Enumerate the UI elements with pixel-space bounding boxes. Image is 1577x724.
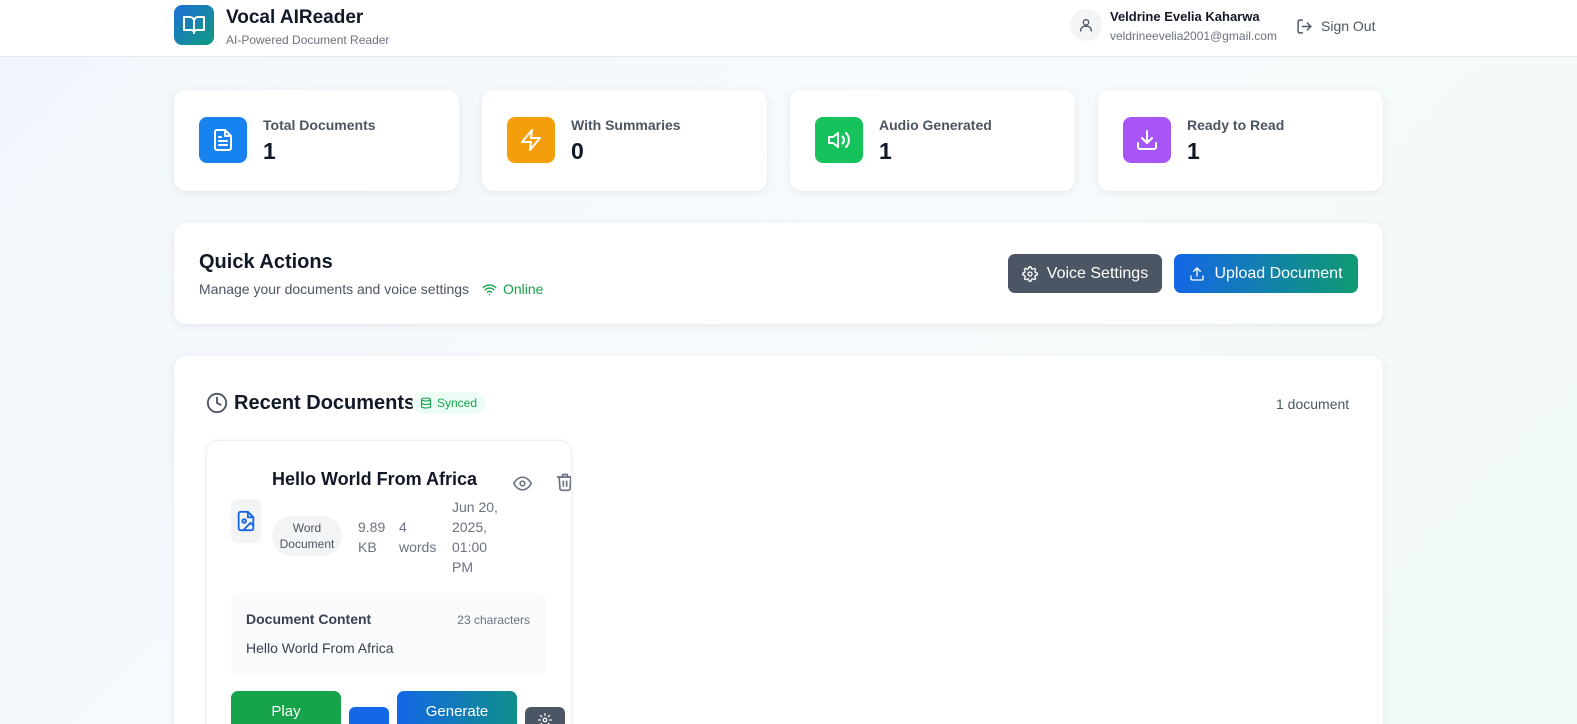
stat-value: 0 — [571, 138, 584, 164]
stat-label: Audio Generated — [879, 117, 992, 133]
log-out-icon — [1297, 18, 1312, 34]
stat-label: With Summaries — [571, 117, 681, 133]
sign-out-label: Sign Out — [1321, 18, 1376, 34]
online-status: Online — [482, 281, 543, 297]
quick-actions-card: Quick Actions Manage your documents and … — [174, 223, 1383, 324]
file-image-icon — [231, 499, 261, 543]
app-subtitle: AI-Powered Document Reader — [226, 33, 390, 47]
stat-label: Total Documents — [263, 117, 376, 133]
online-status-label: Online — [503, 281, 544, 297]
stat-card-ready-to-read: Ready to Read 1 — [1098, 90, 1383, 191]
recent-documents-title: Recent Documents — [234, 392, 416, 414]
app-header: Vocal AIReader AI-Powered Document Reade… — [0, 0, 1577, 57]
sign-out-button[interactable]: Sign Out — [1296, 15, 1375, 37]
quick-actions-description: Manage your documents and voice settings — [199, 281, 470, 297]
upload-document-label: Upload Document — [1214, 264, 1343, 282]
upload-icon — [1190, 266, 1205, 281]
synced-label: Synced — [437, 396, 478, 410]
document-settings-button[interactable] — [525, 707, 565, 724]
document-card[interactable]: Hello World From Africa Word Document 9.… — [206, 440, 572, 724]
synced-badge: Synced — [412, 392, 486, 414]
user-email: veldrineevelia2001@gmail.com — [1110, 29, 1277, 43]
eye-icon[interactable] — [513, 474, 532, 493]
upload-document-button[interactable]: Upload Document — [1174, 254, 1358, 293]
document-type-badge: Word Document — [272, 516, 342, 556]
download-icon — [1123, 117, 1171, 163]
recent-documents-card: Recent Documents Synced 1 document Hello… — [174, 356, 1383, 724]
user-avatar[interactable] — [1070, 9, 1102, 41]
stat-value: 1 — [263, 138, 276, 164]
user-icon — [1080, 19, 1092, 32]
generate-button[interactable]: Generate — [397, 691, 517, 724]
file-text-icon — [199, 117, 247, 163]
lightning-icon — [507, 117, 555, 163]
document-content-text: Hello World From Africa — [246, 640, 394, 656]
trash-icon[interactable] — [555, 472, 572, 492]
document-word-count: 4 words — [399, 519, 437, 555]
document-character-count: 23 characters — [457, 613, 530, 627]
document-content-label: Document Content — [246, 611, 372, 627]
stat-card-total-documents: Total Documents 1 — [174, 90, 459, 191]
volume-icon — [815, 117, 863, 163]
user-name: Veldrine Evelia Kaharwa — [1110, 9, 1260, 24]
book-open-icon — [174, 5, 214, 45]
database-icon — [420, 397, 432, 409]
play-button[interactable]: Play — [231, 691, 341, 724]
document-title[interactable]: Hello World From Africa — [272, 469, 477, 490]
stat-value: 1 — [879, 138, 892, 164]
voice-settings-button[interactable]: Voice Settings — [1008, 254, 1162, 293]
gear-icon — [538, 713, 552, 724]
audio-action-button[interactable] — [349, 707, 389, 724]
stat-value: 1 — [1187, 138, 1200, 164]
clock-icon — [206, 392, 228, 414]
document-content-box: Document Content 23 characters Hello Wor… — [231, 593, 546, 675]
stat-card-audio-generated: Audio Generated 1 — [790, 90, 1075, 191]
document-count: 1 document — [1276, 396, 1350, 412]
app-title: Vocal AIReader — [226, 7, 364, 28]
gear-icon — [1021, 265, 1038, 282]
wifi-icon — [482, 283, 497, 295]
document-size: 9.89 KB — [358, 519, 386, 555]
document-date: Jun 20, 2025, 01:00 PM — [452, 499, 498, 575]
quick-actions-title: Quick Actions — [199, 251, 333, 273]
stat-label: Ready to Read — [1187, 117, 1285, 133]
stat-card-with-summaries: With Summaries 0 — [482, 90, 767, 191]
voice-settings-label: Voice Settings — [1046, 264, 1149, 282]
